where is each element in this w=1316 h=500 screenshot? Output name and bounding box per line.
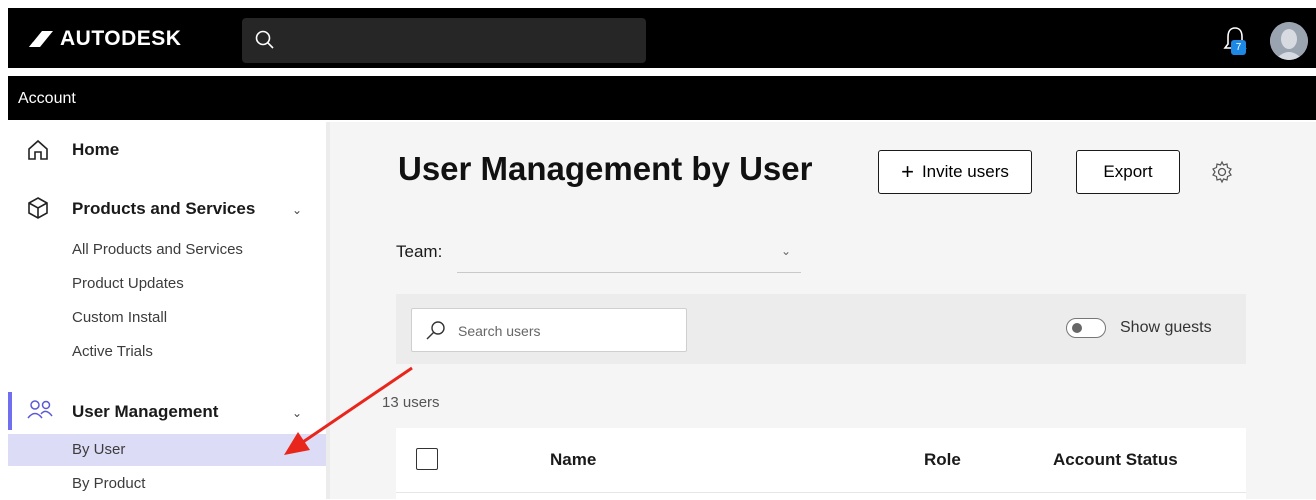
sidebar-subitem-label: By User (72, 441, 126, 458)
sidebar-subitem-custom-install[interactable]: Custom Install (8, 302, 326, 334)
users-count: 13 users (382, 394, 440, 411)
search-icon (426, 321, 445, 340)
column-header-name[interactable]: Name (550, 450, 596, 470)
account-bar: Account (8, 76, 1316, 120)
sidebar-item-label: Home (72, 140, 120, 159)
sidebar-subitem-label: By Product (72, 475, 146, 492)
invite-users-label: Invite users (921, 162, 1009, 181)
top-nav-bar: AUTODESK 7 (8, 8, 1316, 68)
plus-icon: + (901, 159, 914, 184)
table-header-row: Name Role Account Status (396, 428, 1246, 493)
sidebar-subitem-label: Active Trials (72, 343, 153, 360)
chevron-down-icon: ⌄ (780, 244, 791, 258)
sidebar-item-user-management[interactable]: User Management ⌄ (8, 392, 326, 430)
export-label: Export (1103, 162, 1153, 181)
sidebar-subitem-by-user[interactable]: By User (8, 434, 326, 466)
sidebar-subitem-active-trials[interactable]: Active Trials (8, 336, 326, 368)
select-all-checkbox[interactable] (416, 448, 438, 470)
column-header-account-status[interactable]: Account Status (1053, 450, 1178, 470)
sidebar-item-products-and-services[interactable]: Products and Services ⌄ (8, 190, 326, 226)
user-avatar[interactable] (1270, 22, 1308, 60)
filter-panel: Show guests (396, 294, 1246, 364)
brand-name: AUTODESK (60, 27, 182, 50)
sidebar-item-home[interactable]: Home (8, 132, 326, 168)
show-guests-label: Show guests (1120, 319, 1212, 336)
chevron-down-icon: ⌄ (292, 406, 303, 420)
sidebar-subitem-label: Product Updates (72, 275, 184, 292)
search-icon (255, 30, 274, 49)
autodesk-logo[interactable]: AUTODESK (28, 25, 181, 53)
sidebar-subitem-by-product[interactable]: By Product (8, 468, 326, 500)
search-users-field[interactable] (411, 308, 687, 352)
home-icon (28, 139, 48, 160)
avatar-person-icon (1270, 22, 1308, 60)
team-select[interactable]: ⌄ (457, 234, 801, 273)
users-icon (27, 400, 53, 419)
sidebar-subitem-product-updates[interactable]: Product Updates (8, 268, 326, 300)
show-guests-toggle[interactable] (1066, 318, 1106, 338)
chevron-down-icon: ⌄ (292, 203, 303, 217)
sidebar-item-label: Products and Services (72, 199, 256, 218)
export-button[interactable]: Export (1076, 150, 1180, 194)
main-content: User Management by User + Invite users E… (330, 122, 1316, 499)
search-users-input[interactable] (456, 319, 680, 343)
users-table: Name Role Account Status (396, 428, 1246, 499)
sidebar-subitem-label: Custom Install (72, 309, 168, 326)
cube-icon (28, 197, 48, 219)
notification-count-badge: 7 (1231, 40, 1246, 55)
autodesk-logo-icon (29, 31, 53, 47)
invite-users-button[interactable]: + Invite users (878, 150, 1032, 194)
gear-icon[interactable] (1210, 160, 1234, 184)
sidebar: Home Products and Services ⌄ All Product… (8, 122, 326, 499)
team-label: Team: (396, 242, 443, 261)
account-title: Account (18, 90, 76, 107)
sidebar-subitem-label: All Products and Services (72, 241, 243, 258)
sidebar-subitem-all-products[interactable]: All Products and Services (8, 234, 326, 266)
page-title: User Management by User (398, 150, 813, 187)
sidebar-item-label: User Management (72, 402, 219, 421)
column-header-role[interactable]: Role (924, 450, 961, 470)
global-search-bar[interactable] (242, 18, 646, 63)
